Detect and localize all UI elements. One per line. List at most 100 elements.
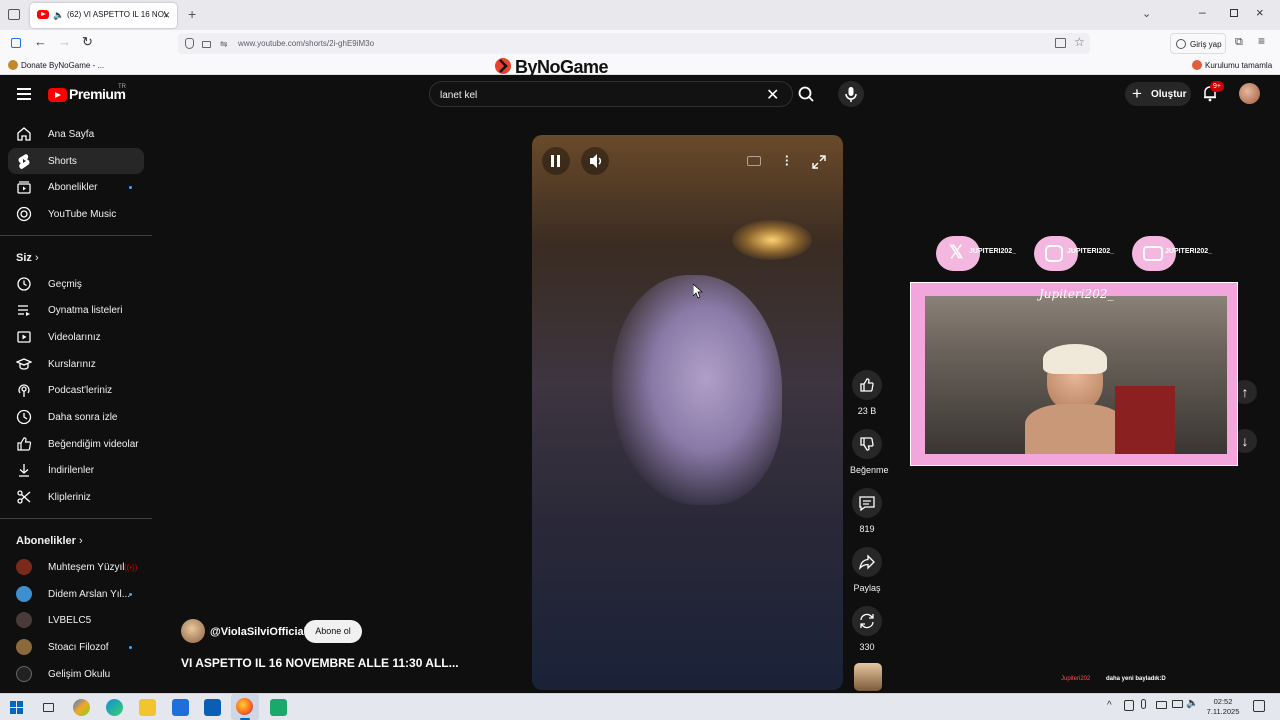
clock[interactable]: 02:52 7.11.2025 — [1204, 697, 1242, 717]
search-input[interactable]: lanet kel — [440, 90, 477, 101]
new-content-dot — [129, 646, 132, 649]
account-button[interactable]: Giriş yap — [1170, 33, 1226, 54]
remix-button[interactable] — [852, 606, 882, 636]
share-icon — [858, 554, 875, 570]
lock-icon[interactable] — [202, 41, 211, 48]
sidebar-item-playlists[interactable]: Oynatma listeleri — [8, 297, 144, 323]
show-hidden-icons[interactable]: ^ — [1107, 700, 1112, 711]
browser-tab[interactable]: 🔈 (62) VI ASPETTO IL 16 NOVE × — [30, 3, 177, 28]
forward-icon[interactable]: → — [58, 34, 71, 49]
comments-button[interactable] — [852, 488, 882, 518]
short-video-player[interactable]: · · · — [532, 135, 843, 690]
sidebar-item-clips[interactable]: Klipleriniz — [8, 484, 144, 510]
volume-tray-icon[interactable]: 🔈 — [1186, 698, 1198, 709]
tray-app-icon[interactable] — [1124, 700, 1134, 711]
clear-search-icon[interactable]: ✕ — [766, 85, 779, 105]
minimize-icon[interactable]: – — [1199, 5, 1206, 19]
reader-view-icon[interactable] — [1055, 38, 1066, 48]
sidebar-item-podcasts[interactable]: Podcast'leriniz — [8, 377, 144, 403]
pause-button[interactable] — [542, 147, 570, 175]
notifications-button[interactable]: 9+ — [1201, 81, 1224, 102]
sidebar-item-label: Klipleriniz — [48, 492, 91, 503]
live-icon: ((•)) — [124, 563, 138, 572]
sidebar-item-courses[interactable]: Kurslarınız — [8, 351, 144, 377]
microphone-tray-icon[interactable] — [1141, 699, 1146, 709]
start-button[interactable] — [8, 699, 25, 716]
fullscreen-icon[interactable] — [811, 154, 827, 170]
comments-action[interactable]: 819 — [850, 488, 884, 534]
tab-list-icon[interactable]: ⌄ — [1142, 7, 1151, 20]
tracking-protection-icon[interactable] — [185, 38, 194, 49]
like-button[interactable] — [852, 370, 882, 400]
network-icon[interactable] — [1156, 701, 1167, 709]
sidebar-item-history[interactable]: Geçmiş — [8, 271, 144, 297]
voice-search-button[interactable] — [838, 81, 864, 107]
app-icon[interactable] — [270, 699, 287, 716]
firefox-taskbar-active[interactable] — [231, 694, 259, 720]
copilot-icon[interactable] — [73, 699, 90, 716]
dislike-action[interactable]: Beğenme — [850, 429, 889, 475]
sidebar-sub-channel[interactable]: Muhteşem Yüzyıl ((•)) — [8, 554, 144, 580]
sidebar-sub-channel[interactable]: LVBELC5 — [8, 607, 144, 633]
dislike-button[interactable] — [852, 429, 882, 459]
tab-manager-icon[interactable] — [8, 9, 20, 20]
sidebar-item-your-videos[interactable]: Videolarınız — [8, 324, 144, 350]
bynogame-watermark: ByNoGame — [493, 55, 617, 77]
channel-avatar[interactable] — [181, 619, 205, 643]
like-action[interactable]: 23 B — [850, 370, 884, 416]
sidebar-item-home[interactable]: Ana Sayfa — [8, 121, 144, 147]
extensions-icon[interactable]: ⧉ — [1235, 36, 1243, 49]
captions-icon[interactable] — [747, 156, 761, 166]
avatar[interactable] — [1239, 83, 1260, 104]
audio-playing-icon[interactable]: 🔈 — [53, 10, 64, 21]
sidebar-sub-channel[interactable]: Gelişim Okulu — [8, 661, 144, 687]
sidebar-sub-channel[interactable]: Stoacı Filozof — [8, 634, 144, 660]
sidebar-item-watch-later[interactable]: Daha sonra izle — [8, 404, 144, 430]
setup-link[interactable]: Kurulumu tamamla — [1205, 61, 1272, 70]
url-bar[interactable]: ⇋ www.youtube.com/shorts/2i-ghE9iM3o ☆ — [178, 33, 1090, 54]
bookmark-star-icon[interactable]: ☆ — [1074, 35, 1085, 49]
create-button[interactable]: + Oluştur — [1125, 82, 1191, 106]
remix-action[interactable]: 330 — [850, 606, 884, 652]
share-button[interactable] — [852, 547, 882, 577]
close-tab-icon[interactable]: × — [163, 8, 170, 22]
notification-center-icon[interactable] — [1253, 700, 1265, 712]
sidebar-item-youtube-music[interactable]: YouTube Music — [8, 201, 144, 227]
sidebar-you-heading[interactable]: Siz › — [16, 252, 39, 264]
reload-icon[interactable]: ↻ — [82, 34, 93, 50]
permissions-icon[interactable]: ⇋ — [220, 39, 228, 50]
short-title[interactable]: VI ASPETTO IL 16 NOVEMBRE ALLE 11:30 ALL… — [181, 656, 459, 670]
sidebar-sub-channel[interactable]: Didem Arslan Yıl... — [8, 581, 144, 607]
sound-thumbnail[interactable] — [854, 663, 882, 691]
streamer-hair — [1043, 344, 1107, 374]
search-button[interactable] — [793, 81, 819, 107]
back-icon[interactable]: ← — [34, 34, 47, 49]
sidebar-toggle-icon[interactable] — [11, 38, 21, 48]
subscribe-button[interactable]: Abone ol — [304, 620, 362, 643]
sidebar-item-shorts[interactable]: Shorts — [8, 148, 144, 174]
close-window-icon[interactable]: × — [1256, 5, 1264, 20]
bookmark-donate-bynogame[interactable]: Donate ByNoGame - ... — [21, 61, 104, 70]
restore-icon[interactable] — [1230, 9, 1238, 17]
search-box[interactable]: lanet kel ✕ — [429, 81, 793, 107]
more-options-icon[interactable]: · · · — [785, 150, 789, 171]
sidebar-item-downloads[interactable]: İndirilenler — [8, 457, 144, 483]
task-view-icon[interactable] — [40, 699, 57, 716]
store-icon[interactable] — [172, 699, 189, 716]
share-action[interactable]: Paylaş — [850, 547, 884, 593]
social-handle: JUPITERI202_ — [1067, 248, 1115, 255]
url-text[interactable]: www.youtube.com/shorts/2i-ghE9iM3o — [238, 39, 374, 48]
create-label: Oluştur — [1151, 89, 1187, 100]
channel-name[interactable]: @ViolaSilviOfficial — [210, 626, 307, 638]
new-tab-button[interactable]: + — [188, 6, 196, 22]
mail-icon[interactable] — [204, 699, 221, 716]
sidebar-subscriptions-heading[interactable]: Abonelikler › — [16, 535, 83, 547]
battery-icon[interactable] — [1172, 700, 1183, 708]
menu-icon[interactable]: ≡ — [1258, 34, 1265, 48]
file-explorer-icon[interactable] — [139, 699, 156, 716]
sidebar-item-label: Shorts — [48, 156, 77, 167]
sidebar-item-subscriptions[interactable]: Abonelikler — [8, 174, 144, 200]
sidebar-item-liked-videos[interactable]: Beğendiğim videolar — [8, 431, 144, 457]
volume-button[interactable] — [581, 147, 609, 175]
edge-icon[interactable] — [106, 699, 123, 716]
